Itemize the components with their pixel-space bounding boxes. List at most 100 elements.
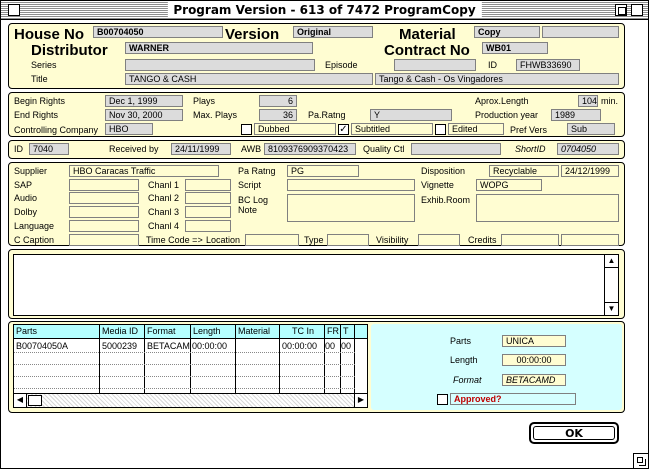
- part-detail-format-field[interactable]: BETACAMD: [502, 374, 566, 386]
- begin-rights-field[interactable]: Dec 1, 1999: [105, 95, 183, 107]
- table-horizontal-scrollbar[interactable]: ◀ ▶: [14, 393, 367, 407]
- language-field[interactable]: [69, 220, 139, 232]
- notes-textarea[interactable]: ▲ ▼: [13, 254, 619, 316]
- row-separator: [14, 352, 355, 353]
- vignette-label: Vignette: [421, 180, 454, 190]
- column-header-material[interactable]: Material: [236, 325, 280, 339]
- vignette-field[interactable]: WOPG: [476, 179, 542, 191]
- quality-ctl-field[interactable]: [411, 143, 501, 155]
- chanl4-field[interactable]: [185, 220, 231, 232]
- ok-button[interactable]: OK: [529, 422, 619, 444]
- part-detail-parts-field[interactable]: UNICA: [502, 335, 566, 347]
- scroll-thumb[interactable]: [28, 395, 42, 406]
- program-version-window: Program Version - 613 of 7472 ProgramCop…: [0, 0, 649, 469]
- aprox-length-field[interactable]: 104: [578, 95, 598, 107]
- part-detail-parts-label: Parts: [450, 336, 472, 346]
- controlling-company-label: Controlling Company: [14, 125, 99, 135]
- distributor-field[interactable]: WARNER: [125, 42, 313, 54]
- c-caption-field[interactable]: [69, 234, 139, 246]
- notes-scrollbar[interactable]: ▲ ▼: [604, 255, 618, 315]
- dubbed-checkbox[interactable]: [241, 124, 252, 135]
- collapse-box-icon[interactable]: [631, 4, 643, 16]
- row-separator: [14, 376, 355, 377]
- scroll-up-arrow-icon[interactable]: ▲: [605, 255, 618, 268]
- location-field[interactable]: [245, 234, 299, 246]
- contract-no-field[interactable]: WB01: [482, 42, 548, 54]
- location-label: Location: [206, 235, 241, 245]
- production-year-field[interactable]: 1989: [551, 109, 601, 121]
- chanl1-field[interactable]: [185, 179, 231, 191]
- series-field[interactable]: [125, 59, 315, 71]
- part-detail-length-label: Length: [450, 355, 478, 365]
- scroll-down-arrow-icon[interactable]: ▼: [605, 302, 618, 315]
- edited-checkbox[interactable]: [435, 124, 446, 135]
- id-field[interactable]: FHWB33690: [516, 59, 580, 71]
- resize-grip-icon[interactable]: [633, 453, 648, 468]
- episode-field[interactable]: [394, 59, 476, 71]
- bc-log-note-field[interactable]: [287, 194, 415, 222]
- disposition-date-field[interactable]: 24/12/1999: [561, 165, 619, 177]
- material-field[interactable]: Copy: [474, 26, 540, 38]
- cell-length: 00:00:00: [192, 341, 228, 351]
- exhib-room-field[interactable]: [476, 194, 619, 222]
- header-panel: House No B00704050 Version Original Mate…: [8, 23, 625, 89]
- script-field[interactable]: [287, 179, 415, 191]
- controlling-company-field[interactable]: HBO: [105, 123, 153, 135]
- tech-pa-ratng-field[interactable]: PG: [287, 165, 359, 177]
- awb-field[interactable]: 8109376909370423: [264, 143, 356, 155]
- part-detail-length-field[interactable]: 00:00:00: [502, 354, 566, 366]
- short-id-field[interactable]: 0704050: [557, 143, 619, 155]
- column-header-tc-in[interactable]: TC In: [280, 325, 325, 339]
- language-label: Language: [14, 221, 55, 231]
- parts-table[interactable]: Parts Media ID Format Length Material TC…: [13, 324, 368, 408]
- credits-label: Credits: [468, 235, 497, 245]
- tech-pa-ratng-label: Pa Ratng: [238, 166, 276, 176]
- pa-ratng-field[interactable]: Y: [370, 109, 452, 121]
- column-header-media-id[interactable]: Media ID: [100, 325, 145, 339]
- approved-checkbox[interactable]: [437, 394, 448, 405]
- column-header-fr[interactable]: FR: [325, 325, 341, 339]
- receipt-id-field[interactable]: 7040: [29, 143, 69, 155]
- visibility-field[interactable]: [418, 234, 460, 246]
- max-plays-field[interactable]: 36: [259, 109, 297, 121]
- column-header-parts[interactable]: Parts: [14, 325, 100, 339]
- chanl2-field[interactable]: [185, 192, 231, 204]
- series-label: Series: [31, 60, 57, 70]
- plays-field[interactable]: 6: [259, 95, 297, 107]
- subtitled-checkbox[interactable]: ✓: [338, 124, 349, 135]
- zoom-box-icon[interactable]: [615, 4, 627, 16]
- supplier-field[interactable]: HBO Caracas Traffic: [69, 165, 219, 177]
- audio-field[interactable]: [69, 192, 139, 204]
- end-rights-field[interactable]: Nov 30, 2000: [105, 109, 183, 121]
- type-field[interactable]: [327, 234, 369, 246]
- material-extra-field[interactable]: [542, 26, 619, 38]
- column-header-format[interactable]: Format: [145, 325, 191, 339]
- approved-label: Approved?: [450, 393, 576, 405]
- chanl3-field[interactable]: [185, 206, 231, 218]
- dolby-field[interactable]: [69, 206, 139, 218]
- version-field[interactable]: Original: [293, 26, 373, 38]
- scroll-right-arrow-icon[interactable]: ▶: [354, 394, 367, 407]
- credits-field[interactable]: [501, 234, 559, 246]
- sap-field[interactable]: [69, 179, 139, 191]
- title-bar[interactable]: Program Version - 613 of 7472 ProgramCop…: [1, 1, 648, 20]
- supplier-label: Supplier: [14, 166, 48, 176]
- column-header-length[interactable]: Length: [191, 325, 236, 339]
- close-box-icon[interactable]: [8, 4, 20, 16]
- window-title: Program Version - 613 of 7472 ProgramCop…: [167, 2, 482, 18]
- column-header-filler: [355, 325, 367, 339]
- subtitled-label: Subtitled: [351, 123, 433, 135]
- house-no-field[interactable]: B00704050: [93, 26, 223, 38]
- title-local-field[interactable]: Tango & Cash - Os Vingadores: [375, 73, 619, 85]
- pref-vers-field[interactable]: Sub: [567, 123, 615, 135]
- disposition-field[interactable]: Recyclable: [489, 165, 559, 177]
- title-field[interactable]: TANGO & CASH: [125, 73, 373, 85]
- chanl1-label: Chanl 1: [148, 180, 180, 190]
- scroll-left-arrow-icon[interactable]: ◀: [14, 394, 27, 407]
- credits-extra-field[interactable]: [561, 234, 619, 246]
- edited-label: Edited: [448, 123, 504, 135]
- distributor-label: Distributor: [31, 42, 108, 59]
- received-by-field[interactable]: 24/11/1999: [171, 143, 231, 155]
- receipt-id-label: ID: [14, 144, 23, 154]
- column-header-t[interactable]: T: [341, 325, 355, 339]
